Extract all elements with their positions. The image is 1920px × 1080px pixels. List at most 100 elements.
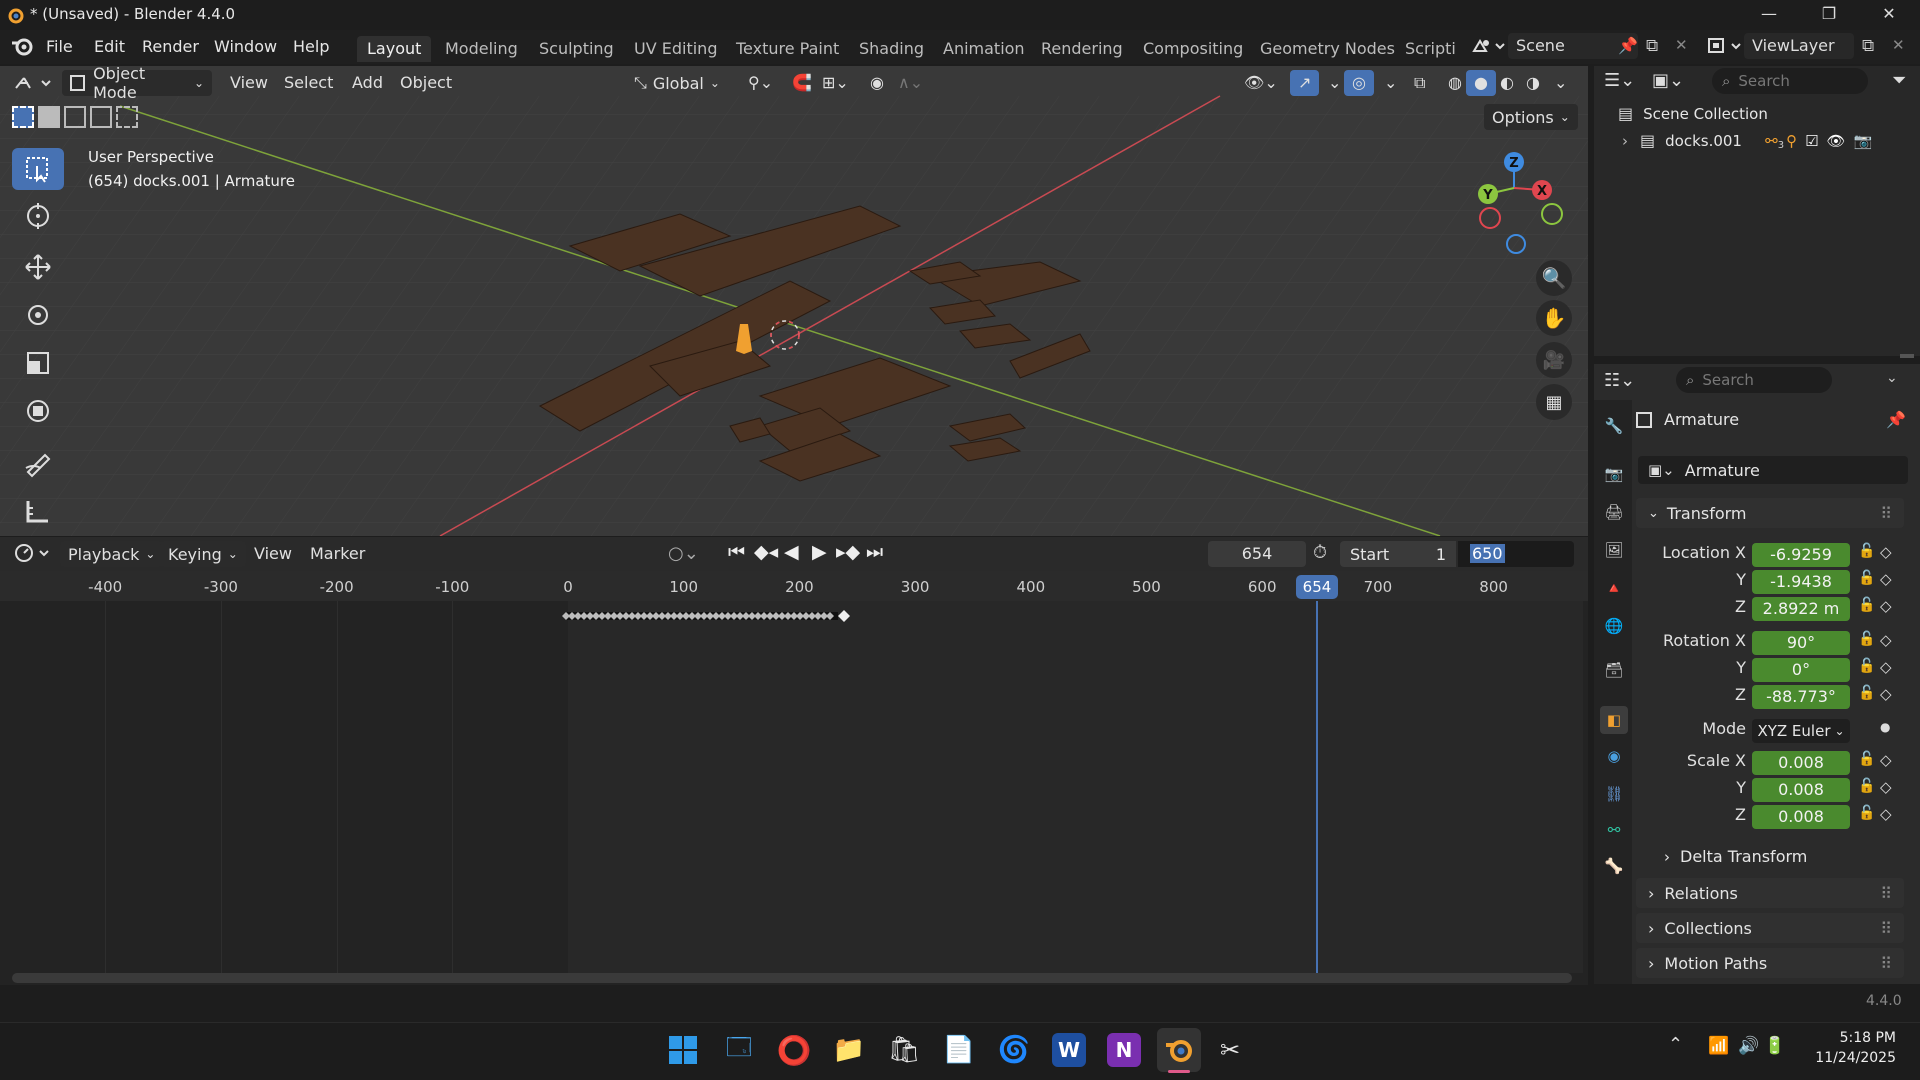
blender-taskbar-button[interactable] [1157, 1028, 1201, 1072]
notepad-button[interactable]: 📄 [942, 1033, 976, 1067]
prev-keyframe-icon[interactable]: ◆◂ [754, 541, 778, 563]
editor-type-icon[interactable] [12, 72, 54, 94]
move-tool[interactable] [12, 246, 64, 288]
end-frame-field[interactable]: 650 [1458, 541, 1574, 567]
lock-icon[interactable]: 🔓 [1858, 805, 1875, 821]
lock-icon[interactable]: 🔓 [1858, 543, 1875, 559]
menu-select[interactable]: Select [276, 70, 341, 96]
tray-chevron-up-icon[interactable]: ⌃ [1668, 1034, 1683, 1055]
relations-panel-header[interactable]: › Relations ⠿ [1636, 878, 1904, 908]
lock-icon[interactable]: 🔓 [1858, 685, 1875, 701]
menu-add[interactable]: Add [344, 70, 391, 96]
keyframe-toggle-icon[interactable]: ◇ [1880, 597, 1892, 615]
tab-compositing[interactable]: Compositing [1133, 36, 1253, 62]
keyframe-toggle-icon[interactable]: ◇ [1880, 631, 1892, 649]
shading-dropdown-icon[interactable]: ⌄ [1546, 70, 1575, 96]
tab-uv-editing[interactable]: UV Editing [624, 36, 727, 62]
object-mode-dropdown[interactable]: Object Mode ⌄ [62, 64, 212, 102]
collections-panel-header[interactable]: › Collections ⠿ [1636, 913, 1904, 943]
proportional-falloff-icon[interactable]: ∧⌄ [890, 70, 931, 96]
tab-collection[interactable]: 🗃 [1600, 656, 1628, 684]
onenote-button[interactable]: N [1107, 1033, 1141, 1067]
tab-object-data[interactable]: ⚯ [1600, 816, 1628, 844]
tab-geometry-nodes[interactable]: Geometry Nodes [1250, 36, 1405, 62]
lock-icon[interactable]: 🔓 [1858, 597, 1875, 613]
tab-scene[interactable]: 🔺 [1600, 574, 1628, 602]
keyframe-toggle-icon[interactable]: ◇ [1880, 751, 1892, 769]
scene-collection-row[interactable]: ▤ Scene Collection [1618, 104, 1768, 123]
transform-panel-header[interactable]: ⌄ Transform ⠿ [1636, 498, 1904, 528]
overlays-toggle-icon[interactable]: ◎ [1344, 70, 1374, 96]
keyframe-toggle-icon[interactable]: ◇ [1880, 685, 1892, 703]
camera-render-icon[interactable]: 📷 [1854, 132, 1873, 150]
jump-end-icon[interactable]: ⏭ [866, 541, 883, 563]
object-datablock-field[interactable]: ▣⌄ Armature [1638, 456, 1908, 484]
maximize-button[interactable]: ❐ [1814, 4, 1844, 23]
menu-object[interactable]: Object [392, 70, 460, 96]
outliner-item-docks[interactable]: › ▤ docks.001 ⚯ 3 ⚲ ☑ 👁 📷 [1622, 130, 1918, 151]
tab-animation[interactable]: Animation [933, 36, 1035, 62]
gizmo-toggle-icon[interactable]: ↗ [1290, 70, 1320, 96]
volume-icon[interactable]: 🔊 [1738, 1036, 1759, 1056]
menu-help[interactable]: Help [293, 37, 329, 56]
tab-object[interactable]: ◧ [1600, 706, 1628, 734]
zoom-view-button[interactable]: 🔍 [1536, 260, 1572, 296]
properties-search-input[interactable]: ⌕ Search [1676, 367, 1832, 393]
menu-edit[interactable]: Edit [94, 37, 125, 56]
delete-view-layer-icon[interactable]: ✕ [1892, 36, 1905, 54]
eye-icon[interactable]: 👁 [1827, 132, 1846, 150]
rotate-tool[interactable] [12, 294, 64, 336]
rotation-y-field[interactable]: 0° [1752, 658, 1850, 682]
drag-handle-icon[interactable]: ⠿ [1880, 884, 1892, 903]
scene-selector-icon[interactable] [1470, 35, 1506, 57]
object-type-icon[interactable]: ▣⌄ [1648, 461, 1675, 479]
view-layer-field[interactable]: ViewLayer [1744, 33, 1854, 59]
lock-icon[interactable]: 🔓 [1858, 570, 1875, 586]
navigation-gizmo[interactable]: Z X Y [1466, 148, 1566, 258]
location-y-field[interactable]: -1.9438 [1752, 570, 1850, 594]
menu-window[interactable]: Window [214, 37, 277, 56]
tab-shading[interactable]: Shading [849, 36, 934, 62]
keyframe-toggle-icon[interactable]: ◇ [1880, 570, 1892, 588]
scale-x-field[interactable]: 0.008 [1752, 751, 1850, 775]
annotate-tool[interactable] [12, 442, 64, 484]
snap-target-icon[interactable]: ⊞⌄ [814, 70, 857, 96]
file-explorer-button[interactable]: 📁 [832, 1033, 866, 1067]
delete-scene-icon[interactable]: ✕ [1675, 36, 1688, 54]
timeline-menu-marker[interactable]: Marker [302, 541, 373, 567]
filter-icon[interactable]: ⏷ [1892, 70, 1906, 91]
select-difference-icon[interactable] [90, 106, 112, 128]
drag-handle-icon[interactable]: ⠿ [1880, 504, 1892, 523]
menu-view[interactable]: View [222, 70, 276, 96]
wifi-icon[interactable]: 📶 [1708, 1036, 1729, 1056]
current-frame-field[interactable]: 654 [1208, 541, 1306, 567]
outliner-scrollbar[interactable] [1900, 354, 1914, 358]
menu-file[interactable]: File [46, 37, 73, 56]
3d-viewport[interactable] [0, 66, 1588, 536]
play-icon[interactable]: ▶ [812, 541, 827, 563]
lock-icon[interactable]: 🔓 [1858, 751, 1875, 767]
select-subtract-icon[interactable] [64, 106, 86, 128]
stopwatch-icon[interactable]: ⏱ [1313, 542, 1327, 563]
keyframe-toggle-icon[interactable]: ◇ [1880, 805, 1892, 823]
xray-toggle-icon[interactable]: ⧉ [1406, 70, 1433, 96]
close-button[interactable]: ✕ [1874, 4, 1904, 23]
keyframe-toggle-icon[interactable]: ◇ [1880, 778, 1892, 796]
tab-render[interactable]: 📷 [1600, 460, 1628, 488]
pin-icon[interactable]: 📌 [1618, 36, 1638, 55]
tab-rendering[interactable]: Rendering [1031, 36, 1133, 62]
battery-icon[interactable]: 🔋 [1764, 1036, 1785, 1056]
properties-editor-type-icon[interactable]: ☷⌄ [1604, 370, 1635, 391]
options-dropdown[interactable]: Options ⌄ [1484, 104, 1578, 130]
tab-sculpting[interactable]: Sculpting [529, 36, 624, 62]
edge-button[interactable]: 🌀 [997, 1033, 1031, 1067]
location-z-field[interactable]: 2.8922 m [1752, 597, 1850, 621]
cursor-tool[interactable] [12, 195, 64, 237]
rotation-x-field[interactable]: 90° [1752, 631, 1850, 655]
tab-tool[interactable]: 🔧 [1600, 412, 1628, 440]
outliner-editor-type-icon[interactable]: ☰⌄ [1604, 70, 1635, 91]
timeline-horizontal-scrollbar[interactable] [12, 973, 1572, 983]
lock-icon[interactable]: 🔓 [1858, 631, 1875, 647]
scale-z-field[interactable]: 0.008 [1752, 805, 1850, 829]
camera-view-button[interactable]: 🎥 [1536, 342, 1572, 378]
